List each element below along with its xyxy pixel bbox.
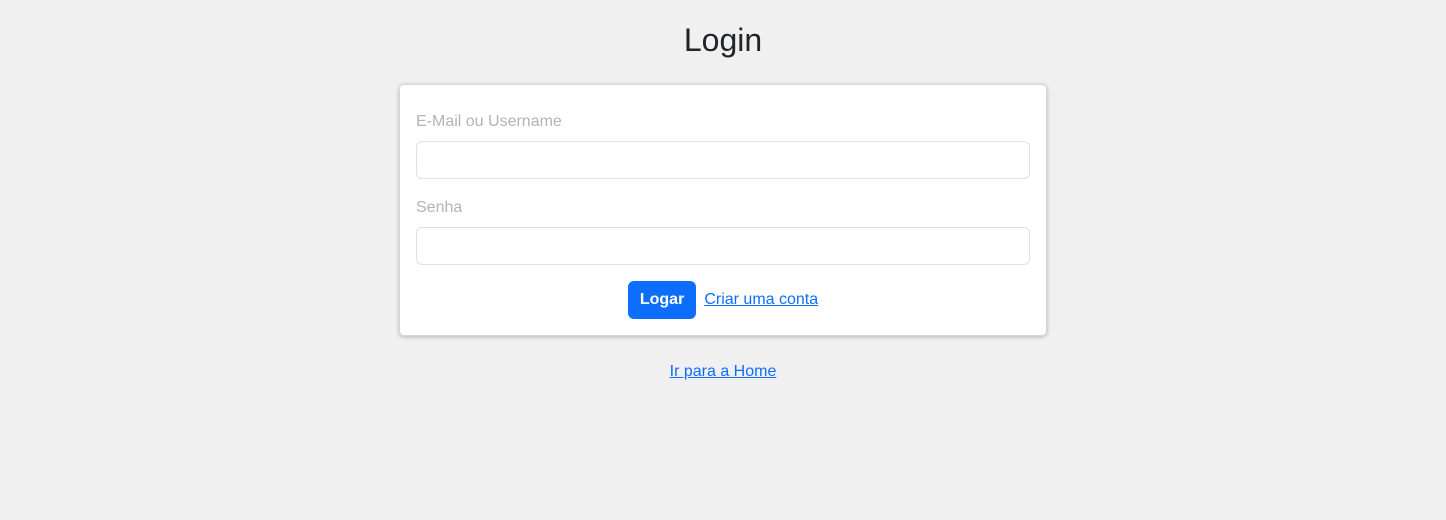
- email-label: E-Mail ou Username: [416, 113, 562, 130]
- page-title: Login: [683, 22, 763, 58]
- password-field[interactable]: [416, 227, 1030, 265]
- login-button[interactable]: Logar: [627, 281, 697, 319]
- password-label: Senha: [416, 199, 463, 216]
- email-field[interactable]: [416, 141, 1030, 179]
- home-link[interactable]: Ir para a Home: [670, 363, 777, 380]
- create-account-link[interactable]: Criar uma conta: [704, 290, 818, 310]
- login-card: E-Mail ou Username Senha Logar Criar uma…: [399, 84, 1047, 336]
- home-link-container: Ir para a Home: [0, 362, 1446, 382]
- form-actions: Logar Criar uma conta: [400, 281, 1046, 319]
